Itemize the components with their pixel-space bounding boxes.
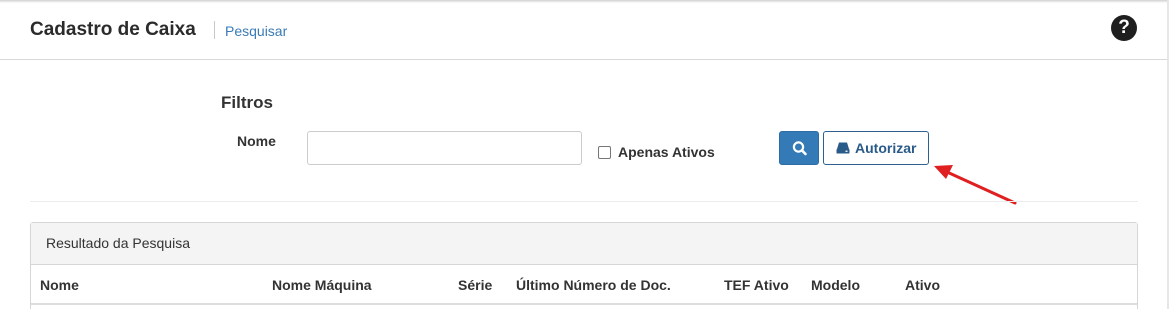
- page-header: Cadastro de Caixa Pesquisar ?: [0, 0, 1167, 60]
- only-active-checkbox[interactable]: [598, 145, 611, 159]
- results-panel: Resultado da Pesquisa Nome Nome Máquina …: [30, 222, 1138, 309]
- results-panel-heading: Resultado da Pesquisa: [31, 223, 1137, 265]
- hdd-drive-icon: [836, 142, 850, 154]
- authorize-button[interactable]: Autorizar: [823, 131, 929, 165]
- authorize-button-label: Autorizar: [855, 140, 917, 156]
- page-title: Cadastro de Caixa: [30, 19, 196, 40]
- nome-input[interactable]: [307, 131, 582, 165]
- column-header-tef-ativo[interactable]: TEF Ativo: [724, 277, 789, 293]
- column-header-modelo[interactable]: Modelo: [811, 277, 860, 293]
- only-active-checkbox-wrapper[interactable]: Apenas Ativos: [598, 144, 715, 160]
- column-header-nome[interactable]: Nome: [40, 277, 79, 293]
- question-circle-icon[interactable]: ?: [1111, 15, 1137, 41]
- filters-title: Filtros: [221, 93, 273, 112]
- search-icon: [792, 141, 807, 156]
- only-active-label: Apenas Ativos: [618, 144, 715, 160]
- filters-divider: [30, 201, 1138, 202]
- column-header-ativo[interactable]: Ativo: [905, 277, 940, 293]
- column-header-nome-maquina[interactable]: Nome Máquina: [272, 277, 372, 293]
- column-header-serie[interactable]: Série: [458, 277, 492, 293]
- search-button[interactable]: [779, 131, 819, 165]
- table-header-divider: [31, 303, 1137, 305]
- column-header-ultimo-numero-doc[interactable]: Último Número de Doc.: [516, 277, 671, 293]
- breadcrumb-search-link[interactable]: Pesquisar: [225, 23, 287, 39]
- title-divider: [214, 21, 215, 39]
- nome-label: Nome: [237, 133, 276, 149]
